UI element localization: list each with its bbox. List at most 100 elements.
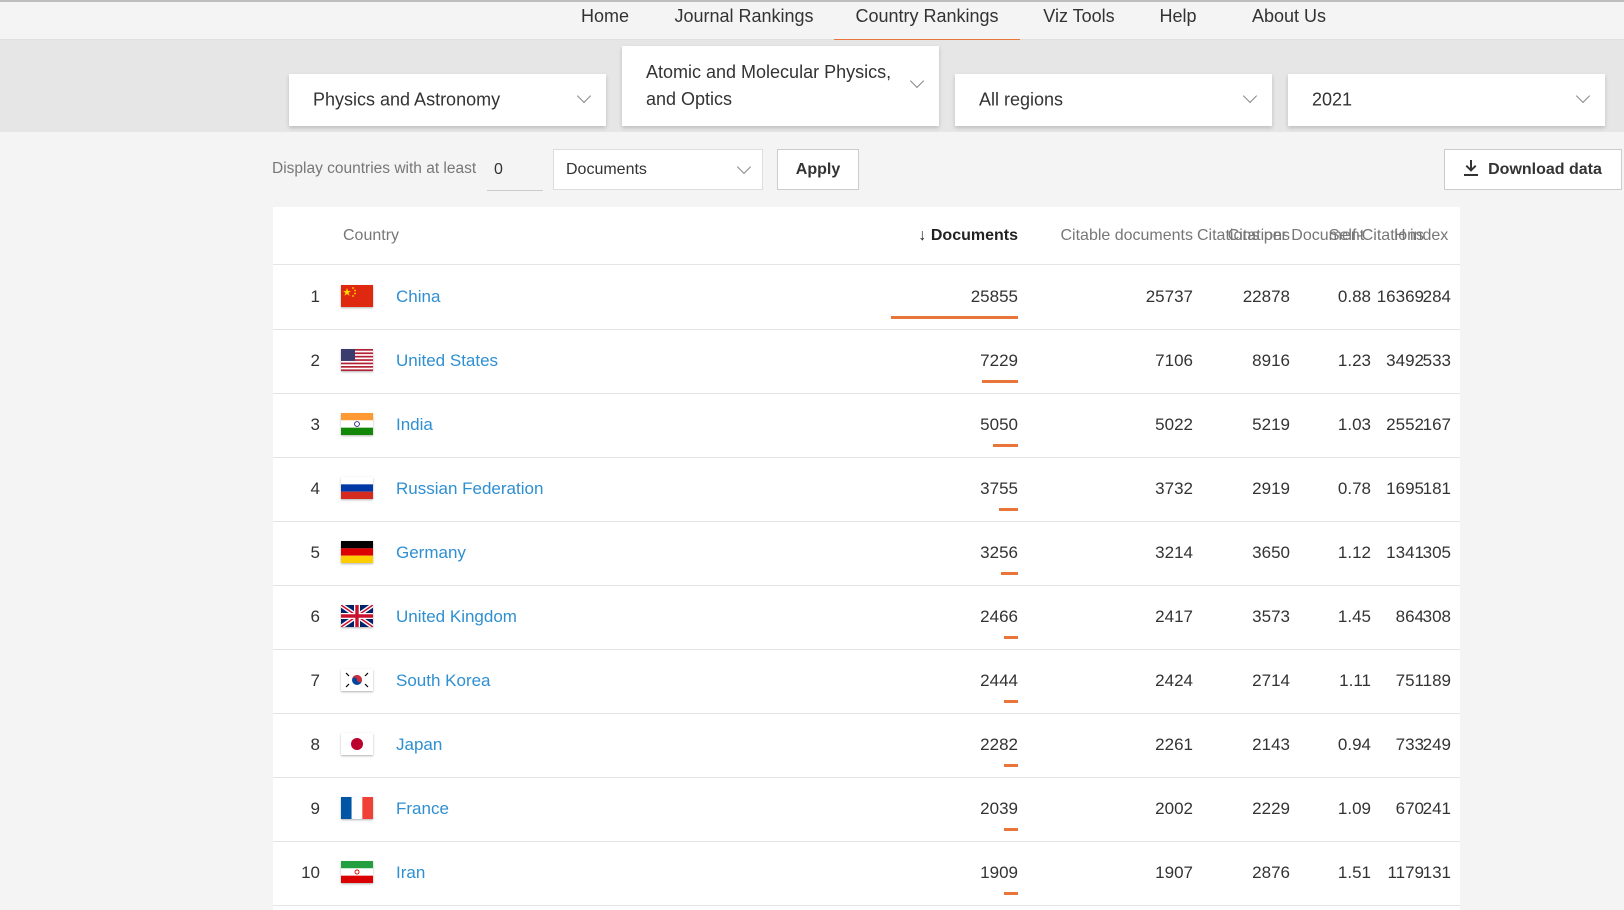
citations-per-document-cell: 0.88 [1337,287,1371,306]
h-index-cell: 167 [1422,415,1451,434]
country-link[interactable]: United Kingdom [396,607,517,627]
flag-icon-cn [341,285,373,307]
citations-per-document-cell: 1.23 [1337,351,1371,370]
table-row: 7 South Korea 2444 2424 2714 751 1.11 189 [273,650,1460,714]
citable-documents-cell: 2261 [1155,735,1193,754]
header-country[interactable]: Country [343,227,399,245]
region-dropdown[interactable]: All regions [955,74,1272,126]
metric-value: Documents [566,161,647,178]
flag-icon-ir [341,861,373,883]
display-threshold-label: Display countries with at least [272,160,477,177]
nav-home[interactable]: Home [565,2,645,40]
documents-share-bar [999,508,1018,511]
table-row: 3 India 5050 5022 5219 2552 1.03 167 [273,394,1460,458]
country-link[interactable]: Germany [396,543,466,563]
h-index-cell: 189 [1422,671,1451,690]
table-header: Country ↓ Documents Citable documents Ci… [273,207,1460,265]
year-dropdown[interactable]: 2021 [1288,74,1605,126]
nav-journal-rankings[interactable]: Journal Rankings [664,2,824,40]
table-row: 6 United Kingdom 2466 2417 3573 864 1.45 308 [273,586,1460,650]
sort-down-arrow-icon: ↓ [918,227,927,244]
nav-about-us[interactable]: About Us [1234,2,1344,40]
subject-category-line1: Atomic and Molecular Physics, [646,62,892,82]
table-row: 10 Iran 1909 1907 2876 1179 1.51 131 [273,842,1460,906]
subject-category-value: Atomic and Molecular Physics, and Optics [646,59,891,113]
country-link[interactable]: United States [396,351,498,371]
flag-icon-kr [341,669,373,691]
documents-cell: 2444 [980,671,1018,690]
citable-documents-cell: 2002 [1155,799,1193,818]
header-documents-label: Documents [930,227,1018,244]
header-h-index[interactable]: H index [1394,227,1448,245]
documents-share-bar [1004,828,1018,831]
header-documents[interactable]: ↓ Documents [918,227,1018,245]
subject-category-dropdown[interactable]: Atomic and Molecular Physics, and Optics [622,46,939,126]
download-data-label: Download data [1488,161,1602,178]
documents-cell: 1909 [980,863,1018,882]
h-index-cell: 284 [1422,287,1451,306]
rank-cell: 10 [301,863,320,882]
chevron-down-icon [1575,88,1591,104]
subject-area-dropdown[interactable]: Physics and Astronomy [289,74,606,126]
citations-per-document-cell: 1.51 [1337,863,1371,882]
rank-cell: 7 [310,671,320,690]
citable-documents-cell: 2424 [1155,671,1193,690]
table-row: 9 France 2039 2002 2229 670 1.09 241 [273,778,1460,842]
documents-share-bar [1004,764,1018,767]
h-index-cell: 131 [1422,863,1451,882]
country-rankings-table: Country ↓ Documents Citable documents Ci… [273,207,1460,910]
country-link[interactable]: France [396,799,449,819]
chevron-down-icon [736,159,752,175]
citations-per-document-cell: 0.78 [1337,479,1371,498]
documents-share-bar [982,380,1018,383]
apply-button[interactable]: Apply [777,149,859,190]
documents-share-bar [1004,892,1018,895]
nav-viz-tools[interactable]: Viz Tools [1032,2,1126,40]
country-link[interactable]: China [396,287,440,307]
citations-per-document-cell: 1.12 [1337,543,1371,562]
documents-share-bar [891,316,1018,319]
rank-cell: 5 [310,543,320,562]
country-link[interactable]: Russian Federation [396,479,543,499]
region-value: All regions [979,89,1064,110]
citable-documents-cell: 2417 [1155,607,1193,626]
documents-cell: 25855 [970,287,1018,306]
metric-select[interactable]: Documents [553,149,763,190]
download-data-button[interactable]: Download data [1444,149,1622,190]
year-value: 2021 [1312,89,1353,110]
citable-documents-cell: 25737 [1145,287,1193,306]
download-icon [1464,152,1479,176]
table-row: 8 Japan 2282 2261 2143 733 0.94 249 [273,714,1460,778]
documents-cell: 7229 [980,351,1018,370]
country-link[interactable]: Iran [396,863,425,883]
chevron-down-icon [1242,88,1258,104]
citable-documents-cell: 7106 [1155,351,1193,370]
table-row: 1 China 25855 25737 22878 16369 0.88 284 [273,266,1460,330]
flag-icon-in [341,413,373,435]
chevron-down-icon [909,73,925,89]
citations-per-document-cell: 1.45 [1337,607,1371,626]
rank-cell: 6 [310,607,320,626]
rank-cell: 1 [310,287,320,306]
nav-country-rankings[interactable]: Country Rankings [834,2,1020,41]
flag-icon-de [341,541,373,563]
min-count-input[interactable] [487,149,543,191]
header-citable-documents[interactable]: Citable documents [1060,227,1193,245]
table-row: 2 United States 7229 7106 8916 3492 1.23 533 [273,330,1460,394]
nav-help[interactable]: Help [1136,2,1220,40]
country-link[interactable]: India [396,415,433,435]
citations-per-document-cell: 1.09 [1337,799,1371,818]
country-link[interactable]: Japan [396,735,442,755]
country-link[interactable]: South Korea [396,671,491,691]
h-index-cell: 308 [1422,607,1451,626]
chevron-down-icon [576,88,592,104]
documents-cell: 2039 [980,799,1018,818]
documents-cell: 2282 [980,735,1018,754]
documents-share-bar [1004,636,1018,639]
main-nav: Home Journal Rankings Country Rankings V… [0,2,1624,41]
header-citations-per-document[interactable]: Citations per Document [1197,227,1364,245]
citations-per-document-cell: 1.11 [1339,671,1371,690]
h-index-cell: 533 [1422,351,1451,370]
flag-icon-ru [341,477,373,499]
citable-documents-cell: 5022 [1155,415,1193,434]
